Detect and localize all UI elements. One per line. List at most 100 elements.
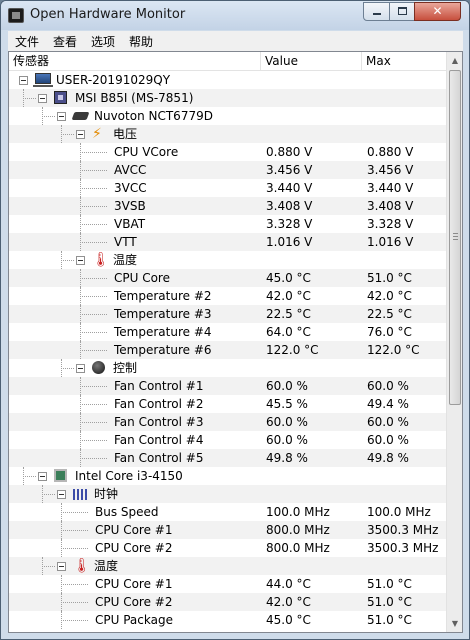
sensor-row[interactable]: Temperature #2 42.0 °C 42.0 °C: [9, 287, 446, 305]
sensor-label: CPU Package: [95, 613, 173, 627]
sensor-row[interactable]: CPU Core 45.0 °C 51.0 °C: [9, 269, 446, 287]
sensor-row[interactable]: AVCC 3.456 V 3.456 V: [9, 161, 446, 179]
menu-help[interactable]: 帮助: [129, 33, 153, 50]
sensor-row[interactable]: Fan Control #3 60.0 % 60.0 %: [9, 413, 446, 431]
sensor-label: Fan Control #5: [114, 451, 204, 465]
tree-connector: [23, 89, 24, 107]
sensor-row[interactable]: Fan Control #1 60.0 % 60.0 %: [9, 377, 446, 395]
sensor-value: 22.5 °C: [266, 307, 311, 321]
sensor-value: 60.0 %: [266, 415, 308, 429]
sensor-row[interactable]: CPU Core #1 800.0 MHz 3500.3 MHz: [9, 521, 446, 539]
sensor-row[interactable]: VBAT 3.328 V 3.328 V: [9, 215, 446, 233]
sensor-max: 3.328 V: [367, 217, 414, 231]
chip-icon: [71, 112, 90, 120]
sensor-row[interactable]: CPU Core #1 44.0 °C 51.0 °C: [9, 575, 446, 593]
sensor-name-cell: MSI B85I (MS-7851): [9, 89, 259, 107]
sensor-label: Fan Control #1: [114, 379, 204, 393]
sensor-row[interactable]: 3VCC 3.440 V 3.440 V: [9, 179, 446, 197]
sensor-value: 45.0 °C: [266, 613, 311, 627]
sensor-label: CPU Core #2: [95, 595, 173, 609]
minimize-button[interactable]: [363, 2, 390, 21]
tree-connector: [80, 215, 81, 233]
tree-node[interactable]: 时钟: [9, 485, 446, 503]
tree-node[interactable]: 🌡 温度: [9, 251, 446, 269]
maximize-button[interactable]: [389, 2, 415, 21]
sensor-label: 控制: [113, 361, 138, 375]
column-value[interactable]: Value: [261, 52, 298, 71]
sensor-name-cell: Fan Control #5: [9, 449, 259, 467]
sensor-row[interactable]: VTT 1.016 V 1.016 V: [9, 233, 446, 251]
sensor-name-cell: Nuvoton NCT6779D: [9, 107, 259, 125]
tree-connector: [61, 368, 74, 369]
menu-file[interactable]: 文件: [15, 33, 39, 50]
menu-view[interactable]: 查看: [53, 33, 77, 50]
column-max[interactable]: Max: [362, 52, 391, 71]
menu-options[interactable]: 选项: [91, 33, 115, 50]
sensor-row[interactable]: CPU VCore 0.880 V 0.880 V: [9, 143, 446, 161]
sensor-rows: USER-20191029QY MSI B85I (MS-7851) Nuvoton…: [9, 71, 446, 632]
sensor-value: 3.456 V: [266, 163, 313, 177]
sensor-max: 60.0 %: [367, 433, 409, 447]
tree-node[interactable]: Intel Core i3-4150: [9, 467, 446, 485]
sensor-value: 0.880 V: [266, 145, 313, 159]
tree-node[interactable]: Nuvoton NCT6779D: [9, 107, 446, 125]
tree-node[interactable]: USER-20191029QY: [9, 71, 446, 89]
collapse-toggle-icon[interactable]: [57, 562, 66, 571]
sensor-name-cell: CPU Core #2: [9, 593, 259, 611]
sensor-row[interactable]: Fan Control #5 49.8 % 49.8 %: [9, 449, 446, 467]
tree-connector: [42, 107, 43, 125]
tree-connector: [61, 611, 62, 629]
close-icon: ✕: [432, 4, 443, 18]
tree-connector: [61, 530, 88, 531]
tree-connector: [23, 98, 36, 99]
sensor-row[interactable]: Bus Speed 100.0 MHz 100.0 MHz: [9, 503, 446, 521]
sensor-row[interactable]: 3VSB 3.408 V 3.408 V: [9, 197, 446, 215]
motherboard-icon: [54, 91, 67, 104]
tree-connector: [80, 161, 81, 179]
sensor-row[interactable]: Temperature #6 122.0 °C 122.0 °C: [9, 341, 446, 359]
title-bar[interactable]: Open Hardware Monitor ✕: [1, 1, 469, 30]
sensor-row[interactable]: Fan Control #2 45.5 % 49.4 %: [9, 395, 446, 413]
tree-connector: [61, 521, 62, 539]
tree-node[interactable]: 🌡 温度: [9, 557, 446, 575]
sensor-name-cell: CPU Core #1: [9, 575, 259, 593]
collapse-toggle-icon[interactable]: [57, 490, 66, 499]
sensor-row[interactable]: CPU Core #2 800.0 MHz 3500.3 MHz: [9, 539, 446, 557]
tree-connector: [80, 143, 81, 161]
collapse-toggle-icon[interactable]: [76, 130, 85, 139]
collapse-toggle-icon[interactable]: [19, 76, 28, 85]
sensor-max: 51.0 °C: [367, 595, 412, 609]
sensor-max: 76.0 °C: [367, 325, 412, 339]
scroll-thumb[interactable]: [449, 70, 461, 405]
sensor-row[interactable]: CPU Package 45.0 °C 51.0 °C: [9, 611, 446, 629]
tree-node[interactable]: MSI B85I (MS-7851): [9, 89, 446, 107]
sensor-name-cell: Fan Control #4: [9, 431, 259, 449]
tree-connector: [61, 125, 62, 143]
sensor-row[interactable]: Temperature #4 64.0 °C 76.0 °C: [9, 323, 446, 341]
sensor-tree-view[interactable]: 传感器 Value Max USER-20191029QY MSI B85I (M…: [8, 51, 463, 633]
column-sensor[interactable]: 传感器: [9, 52, 49, 71]
scroll-up-arrow-icon[interactable]: ▲: [447, 52, 462, 69]
tree-node[interactable]: 控制: [9, 359, 446, 377]
sensor-row[interactable]: Temperature #3 22.5 °C 22.5 °C: [9, 305, 446, 323]
sensor-row[interactable]: Fan Control #4 60.0 % 60.0 %: [9, 431, 446, 449]
collapse-toggle-icon[interactable]: [76, 256, 85, 265]
collapse-toggle-icon[interactable]: [38, 472, 47, 481]
collapse-toggle-icon[interactable]: [57, 112, 66, 121]
tree-connector: [61, 539, 62, 557]
grip-icon: [453, 233, 458, 240]
tree-node[interactable]: ⚡ 电压: [9, 125, 446, 143]
tree-connector: [80, 422, 107, 423]
collapse-toggle-icon[interactable]: [38, 94, 47, 103]
tree-connector: [80, 323, 81, 341]
tree-connector: [61, 134, 74, 135]
close-button[interactable]: ✕: [414, 2, 461, 21]
sensor-row[interactable]: CPU Core #2 42.0 °C 51.0 °C: [9, 593, 446, 611]
sensor-label: 时钟: [94, 487, 119, 501]
scroll-down-arrow-icon[interactable]: ▼: [447, 615, 462, 632]
tree-connector: [61, 512, 88, 513]
collapse-toggle-icon[interactable]: [76, 364, 85, 373]
vertical-scrollbar[interactable]: ▲ ▼: [446, 52, 462, 632]
sensor-label: USER-20191029QY: [56, 73, 171, 87]
sensor-label: Temperature #3: [114, 307, 212, 321]
